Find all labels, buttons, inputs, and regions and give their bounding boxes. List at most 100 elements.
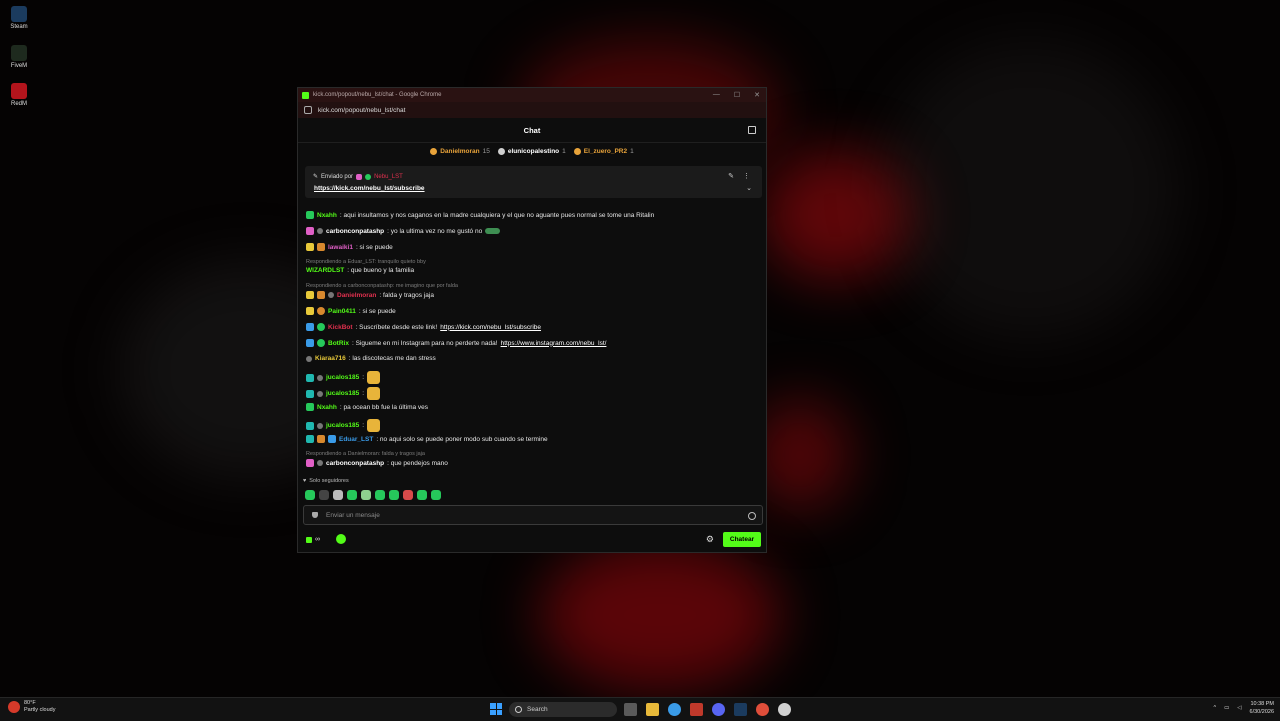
sub-badge-icon — [306, 435, 314, 443]
chat-username[interactable]: Nxahh — [317, 212, 337, 219]
chat-message: BotRix : Sigueme en mi Instagram para no… — [306, 339, 758, 347]
sub-badge-icon — [306, 243, 314, 251]
chat-message: KickBot : Suscríbete desde este link! ht… — [306, 323, 758, 331]
send-chat-button[interactable]: Chatear — [723, 532, 761, 547]
desktop-icon-label: RedM — [10, 101, 27, 107]
chat-username[interactable]: carbonconpatashp — [326, 460, 384, 467]
chat-messages[interactable]: ✎ Enviado por Nebu_LST https://kick.com/… — [298, 162, 766, 472]
chat-text: : las discotecas me dan stress — [348, 355, 436, 362]
gifter-count: 15 — [482, 147, 490, 155]
desktop-icon-steam[interactable]: Steam — [4, 6, 34, 30]
kick-logo-icon[interactable] — [336, 534, 346, 544]
gifter-item[interactable]: Danielmoran 15 — [430, 147, 490, 155]
chevron-down-icon[interactable]: ⌄ — [746, 184, 752, 192]
chat-username[interactable]: Eduar_LST — [339, 436, 373, 443]
weather-temp: 80°F — [24, 700, 36, 706]
emote-icon[interactable] — [431, 490, 441, 500]
settings-gear-icon[interactable]: ⚙ — [706, 534, 714, 545]
desktop-icon-fivem[interactable]: FiveM — [4, 45, 34, 69]
emote-icon[interactable] — [389, 490, 399, 500]
gifter-item[interactable]: elunicopalestino 1 — [497, 147, 566, 155]
app-icon[interactable] — [778, 703, 791, 716]
pinned-author[interactable]: Nebu_LST — [374, 174, 403, 180]
sub-badge-icon — [306, 459, 314, 467]
reply-context[interactable]: Respondiendo a carbonconpatashp: me imag… — [306, 283, 458, 289]
chat-title: Chat — [523, 125, 541, 135]
chat-link[interactable]: https://kick.com/nebu_lst/subscribe — [440, 324, 541, 331]
pinned-link[interactable]: https://kick.com/nebu_lst/subscribe — [314, 185, 425, 192]
user-badge-icon — [306, 355, 312, 362]
chat-header: Chat — [298, 118, 766, 143]
chat-username[interactable]: jucalos185 — [326, 390, 359, 397]
clock[interactable]: 10:38 PM 6/30/2026 — [1250, 700, 1274, 716]
file-explorer-icon[interactable] — [646, 703, 659, 716]
chevron-up-icon[interactable]: ^ — [1214, 705, 1217, 711]
url-text: kick.com/popout/nebu_lst/chat — [318, 106, 406, 114]
chat-username[interactable]: BotRix — [328, 340, 349, 347]
weather-desc: Partly cloudy — [24, 707, 56, 713]
steam-icon — [11, 6, 27, 22]
gifter-name: El_zuero_PR2 — [583, 147, 628, 155]
volume-icon[interactable]: ◁ — [1237, 705, 1241, 711]
users-icon[interactable] — [748, 126, 756, 134]
close-button[interactable]: ✕ — [754, 91, 760, 99]
minimize-button[interactable]: — — [713, 91, 720, 99]
chat-link[interactable]: https://www.instagram.com/nebu_lst/ — [501, 340, 607, 347]
clock-date: 6/30/2026 — [1249, 709, 1274, 715]
emote-icon[interactable] — [347, 490, 357, 500]
emote-icon[interactable] — [333, 490, 343, 500]
verified-icon — [365, 173, 372, 180]
chat-username[interactable]: Danielmoran — [337, 292, 376, 299]
user-badge-icon — [328, 292, 334, 298]
maximize-button[interactable]: ☐ — [734, 91, 740, 99]
reply-context[interactable]: Respondiendo a Eduar_LST: tranquilo quie… — [306, 259, 426, 265]
chrome-active-icon[interactable] — [756, 703, 769, 716]
emoji-picker-icon[interactable] — [748, 512, 756, 520]
emote-icon — [367, 371, 381, 384]
chat-message-input[interactable]: Enviar un mensaje — [303, 505, 763, 525]
sub-badge-icon — [306, 227, 314, 235]
chat-username[interactable]: Nxahh — [317, 404, 337, 411]
gifter-count: 1 — [562, 147, 566, 155]
chat-bottom-bar: ∞ ⚙ Chatear — [306, 532, 764, 548]
window-titlebar[interactable]: kick.com/popout/nebu_lst/chat - Google C… — [298, 88, 766, 102]
chat-username[interactable]: jucalos185 — [326, 374, 359, 381]
taskbar-apps — [624, 703, 791, 716]
chat-username[interactable]: jucalos185 — [326, 422, 359, 429]
emote-icon[interactable] — [305, 490, 315, 500]
task-view-icon[interactable] — [624, 703, 637, 716]
chat-username[interactable]: lawaiki1 — [328, 244, 353, 251]
weather-widget[interactable]: 80°F Partly cloudy — [8, 700, 56, 714]
chrome-icon[interactable] — [668, 703, 681, 716]
sub-badge-icon — [306, 403, 314, 411]
reply-context[interactable]: Respondiendo a Danielmoran: falda y trag… — [306, 451, 425, 457]
chat-input-placeholder: Enviar un mensaje — [326, 511, 380, 519]
taskbar-search[interactable]: Search — [509, 702, 617, 717]
emote-icon[interactable] — [417, 490, 427, 500]
desktop-icon-redm[interactable]: RedM — [4, 83, 34, 107]
chat-username[interactable]: Pain0411 — [328, 308, 356, 315]
more-options-icon[interactable]: ⋮ — [743, 172, 750, 180]
discord-icon[interactable] — [712, 703, 725, 716]
window-title: kick.com/popout/nebu_lst/chat - Google C… — [313, 92, 442, 98]
sub-badge-icon — [306, 373, 314, 382]
emote-icon[interactable] — [361, 490, 371, 500]
channel-points[interactable]: ∞ — [306, 536, 320, 543]
chat-username[interactable]: KickBot — [328, 324, 353, 331]
emote-icon[interactable] — [375, 490, 385, 500]
emote-icon[interactable] — [403, 490, 413, 500]
redm-icon — [11, 83, 27, 99]
network-icon[interactable]: ▭ — [1224, 705, 1229, 711]
emote-icon[interactable] — [319, 490, 329, 500]
start-button[interactable] — [490, 703, 502, 715]
site-info-icon[interactable] — [304, 106, 312, 114]
steam-icon[interactable] — [734, 703, 747, 716]
gifter-item[interactable]: El_zuero_PR2 1 — [573, 147, 634, 155]
user-badge-icon — [317, 228, 323, 234]
chat-username[interactable]: WIZARDLST — [306, 267, 344, 274]
chat-username[interactable]: Kiaraa716 — [315, 355, 346, 362]
unpin-icon[interactable]: ✎ — [728, 172, 734, 180]
chat-username[interactable]: carbonconpatashp — [326, 228, 384, 235]
calendar-icon[interactable] — [690, 703, 703, 716]
address-bar[interactable]: kick.com/popout/nebu_lst/chat — [298, 102, 766, 118]
